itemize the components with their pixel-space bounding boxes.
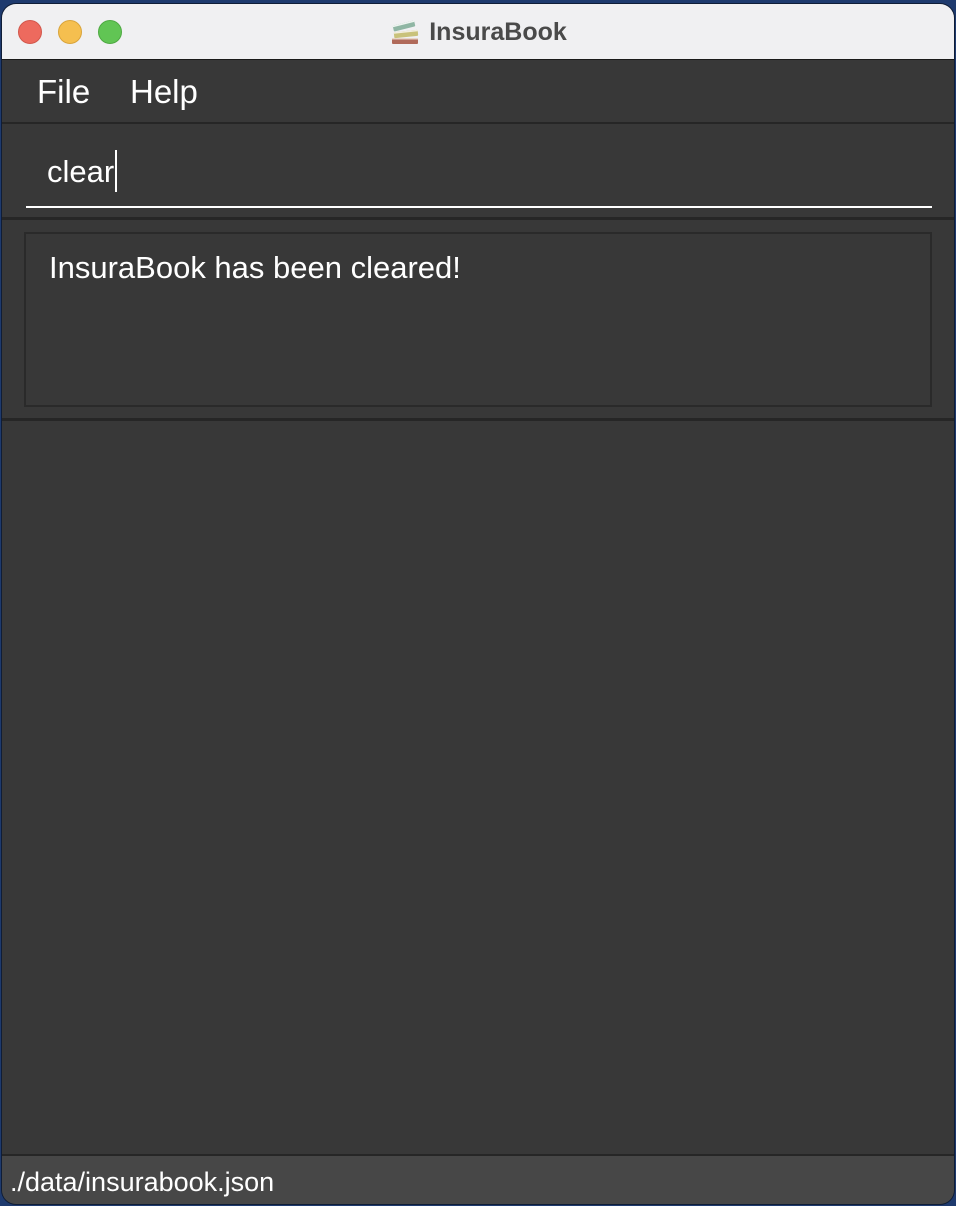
command-box: clear xyxy=(2,126,954,220)
window-title-group: InsuraBook xyxy=(2,4,954,60)
menu-help[interactable]: Help xyxy=(130,74,198,110)
title-bar[interactable]: InsuraBook xyxy=(2,4,954,60)
stacked-books-icon xyxy=(389,17,421,47)
text-caret xyxy=(115,149,118,192)
result-display[interactable]: InsuraBook has been cleared! xyxy=(24,232,932,407)
command-input[interactable]: clear xyxy=(26,144,932,208)
person-list-panel[interactable] xyxy=(2,424,954,1154)
menu-file[interactable]: File xyxy=(37,74,90,110)
command-input-text[interactable]: clear xyxy=(47,149,118,192)
result-message: InsuraBook has been cleared! xyxy=(49,250,461,285)
result-display-panel: InsuraBook has been cleared! xyxy=(2,223,954,421)
status-bar: ./data/insurabook.json xyxy=(2,1154,954,1204)
menu-bar: File Help xyxy=(2,60,954,124)
app-window: InsuraBook File Help clear InsuraBook ha… xyxy=(2,4,954,1204)
save-location-path: ./data/insurabook.json xyxy=(10,1167,275,1197)
window-title: InsuraBook xyxy=(429,17,567,46)
command-input-value: clear xyxy=(47,154,115,189)
